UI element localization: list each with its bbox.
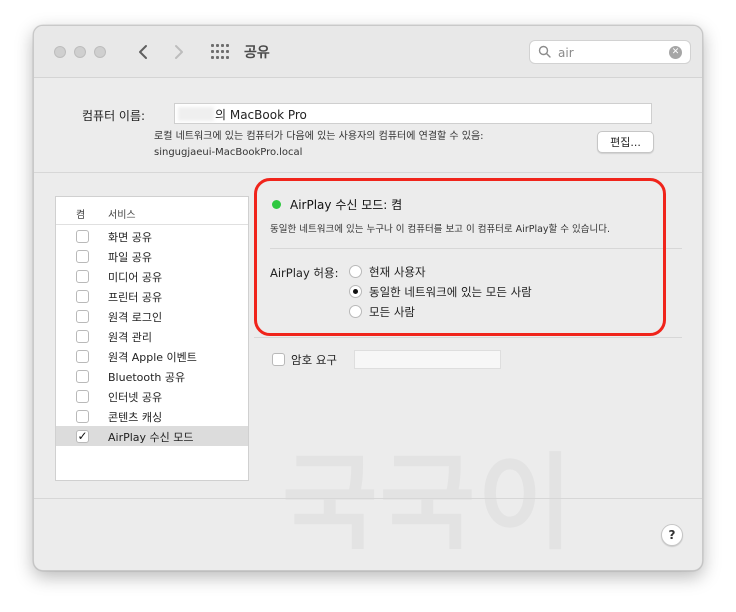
edit-button[interactable]: 편집... xyxy=(597,131,654,153)
service-label: 프린터 공유 xyxy=(108,291,163,304)
local-network-note: 로컬 네트워크에 있는 컴퓨터가 다음에 있는 사용자의 컴퓨터에 연결할 수 … xyxy=(154,129,484,161)
require-password-label: 암호 요구 xyxy=(291,353,337,367)
service-row[interactable]: 미디어 공유 xyxy=(56,266,248,286)
service-checkbox[interactable] xyxy=(76,250,89,263)
column-header-on: 켬 xyxy=(76,210,86,221)
back-button[interactable] xyxy=(130,39,156,65)
service-row[interactable]: 프린터 공유 xyxy=(56,286,248,306)
require-password-checkbox[interactable] xyxy=(272,353,285,366)
service-row[interactable]: 콘텐츠 캐싱 xyxy=(56,406,248,426)
service-checkbox[interactable]: ✓ xyxy=(76,430,89,443)
service-checkbox[interactable] xyxy=(76,270,89,283)
service-checkbox[interactable] xyxy=(76,230,89,243)
services-list: 켬 서비스 화면 공유파일 공유미디어 공유프린터 공유원격 로그인원격 관리원… xyxy=(55,196,249,481)
clear-search-icon[interactable]: ✕ xyxy=(669,46,682,59)
title-bar: 공유 ✕ xyxy=(34,26,702,78)
watermark-text: 국국이 xyxy=(282,442,576,564)
divider xyxy=(34,172,702,173)
help-button[interactable]: ? xyxy=(661,524,683,546)
service-checkbox[interactable] xyxy=(76,350,89,363)
service-row[interactable]: 인터넷 공유 xyxy=(56,386,248,406)
window-title: 공유 xyxy=(244,45,270,61)
show-all-grid-icon[interactable] xyxy=(211,44,229,60)
service-row[interactable]: 원격 관리 xyxy=(56,326,248,346)
computer-name-field[interactable]: 의 MacBook Pro xyxy=(174,103,652,124)
column-header-service: 서비스 xyxy=(108,210,136,221)
service-row[interactable]: ✓ AirPlay 수신 모드 xyxy=(56,426,248,446)
service-checkbox[interactable] xyxy=(76,290,89,303)
chevron-left-icon xyxy=(139,45,147,59)
computer-name-value: 의 MacBook Pro xyxy=(215,108,307,122)
local-hostname: singugjaeui-MacBookPro.local xyxy=(154,147,303,158)
redacted-name xyxy=(178,107,214,121)
local-network-note-line1: 로컬 네트워크에 있는 컴퓨터가 다음에 있는 사용자의 컴퓨터에 연결할 수 … xyxy=(154,131,484,142)
divider xyxy=(34,498,702,499)
zoom-window-button[interactable] xyxy=(94,46,106,58)
search-box[interactable]: ✕ xyxy=(529,40,691,64)
services-list-header: 켬 서비스 xyxy=(56,197,248,225)
service-row[interactable]: 파일 공유 xyxy=(56,246,248,266)
highlight-annotation xyxy=(254,178,666,336)
divider xyxy=(254,337,682,338)
password-field xyxy=(354,350,501,369)
service-label: 원격 로그인 xyxy=(108,311,163,324)
service-label: Bluetooth 공유 xyxy=(108,371,186,384)
service-label: 원격 관리 xyxy=(108,331,152,344)
computer-name-label: 컴퓨터 이름: xyxy=(82,109,146,123)
service-label: AirPlay 수신 모드 xyxy=(108,431,194,444)
service-label: 원격 Apple 이벤트 xyxy=(108,351,197,364)
service-checkbox[interactable] xyxy=(76,390,89,403)
service-label: 인터넷 공유 xyxy=(108,391,163,404)
minimize-window-button[interactable] xyxy=(74,46,86,58)
service-label: 파일 공유 xyxy=(108,251,152,264)
service-row[interactable]: 원격 Apple 이벤트 xyxy=(56,346,248,366)
service-label: 화면 공유 xyxy=(108,231,152,244)
service-row[interactable]: 화면 공유 xyxy=(56,226,248,246)
chevron-right-icon xyxy=(175,45,183,59)
forward-button[interactable] xyxy=(166,39,192,65)
service-checkbox[interactable] xyxy=(76,330,89,343)
search-icon xyxy=(538,45,551,58)
service-row[interactable]: 원격 로그인 xyxy=(56,306,248,326)
system-preferences-window: 공유 ✕ 컴퓨터 이름: 의 MacBook Pro 로컬 네트워크에 있는 컴… xyxy=(33,25,703,571)
service-label: 미디어 공유 xyxy=(108,271,163,284)
service-label: 콘텐츠 캐싱 xyxy=(108,411,163,424)
service-checkbox[interactable] xyxy=(76,310,89,323)
close-window-button[interactable] xyxy=(54,46,66,58)
service-checkbox[interactable] xyxy=(76,410,89,423)
service-row[interactable]: Bluetooth 공유 xyxy=(56,366,248,386)
service-checkbox[interactable] xyxy=(76,370,89,383)
search-input[interactable] xyxy=(558,44,658,61)
